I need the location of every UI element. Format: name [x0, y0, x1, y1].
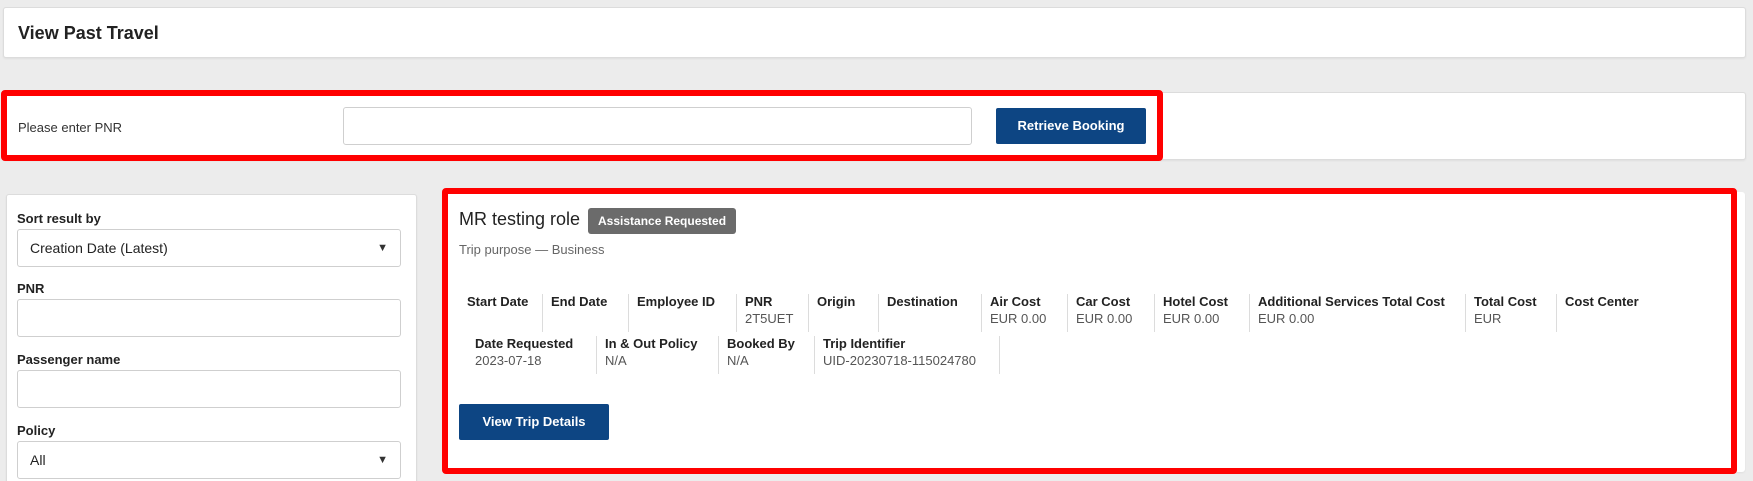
field-label: Hotel Cost: [1163, 294, 1228, 309]
trip-field-date-requested: Date Requested 2023-07-18: [467, 336, 597, 374]
trip-field-trip-identifier: Trip Identifier UID-20230718-115024780: [815, 336, 1000, 374]
trip-purpose: Trip purpose — Business: [459, 242, 605, 257]
field-value: 2T5UET: [745, 311, 794, 326]
trip-result-card: MR testing role Assistance Requested Tri…: [444, 192, 1745, 472]
field-label: Booked By: [727, 336, 795, 351]
field-label: Start Date: [467, 294, 529, 309]
retrieve-booking-button[interactable]: Retrieve Booking: [996, 108, 1146, 144]
trip-field-additional-services: Additional Services Total Cost EUR 0.00: [1250, 294, 1466, 332]
trip-field-car-cost: Car Cost EUR 0.00: [1068, 294, 1155, 332]
trip-field-hotel-cost: Hotel Cost EUR 0.00: [1155, 294, 1250, 332]
filter-panel: Sort result by Creation Date (Latest) ▼ …: [6, 194, 417, 481]
field-value: EUR 0.00: [990, 311, 1047, 326]
policy-label: Policy: [17, 423, 56, 438]
field-value: EUR 0.00: [1258, 311, 1315, 326]
field-label: PNR: [745, 294, 773, 309]
field-label: Origin: [817, 294, 856, 309]
field-label: Air Cost: [990, 294, 1041, 309]
field-value: EUR 0.00: [1163, 311, 1220, 326]
page-title: View Past Travel: [18, 23, 159, 43]
sort-selected-value: Creation Date (Latest): [30, 240, 168, 256]
trip-field-end-date: End Date: [543, 294, 629, 332]
trip-field-air-cost: Air Cost EUR 0.00: [982, 294, 1068, 332]
chevron-down-icon: ▼: [377, 454, 388, 466]
trip-field-start-date: Start Date: [459, 294, 543, 332]
sort-label: Sort result by: [17, 211, 101, 226]
sort-select[interactable]: Creation Date (Latest) ▼: [17, 229, 401, 267]
field-value: EUR 0.00: [1076, 311, 1133, 326]
trip-field-booked-by: Booked By N/A: [719, 336, 815, 374]
field-value: 2023-07-18: [475, 353, 542, 368]
pnr-filter-label: PNR: [17, 281, 45, 296]
status-badge: Assistance Requested: [588, 208, 737, 234]
field-value: N/A: [605, 353, 627, 368]
policy-selected-value: All: [30, 452, 46, 468]
trip-field-origin: Origin: [809, 294, 879, 332]
field-label: Trip Identifier: [823, 336, 906, 351]
field-label: Total Cost: [1474, 294, 1537, 309]
view-trip-details-button[interactable]: View Trip Details: [459, 404, 609, 440]
pnr-input[interactable]: [343, 107, 972, 145]
trip-field-in-out-policy: In & Out Policy N/A: [597, 336, 719, 374]
field-value: UID-20230718-115024780: [823, 353, 976, 368]
trip-field-employee-id: Employee ID: [629, 294, 737, 332]
passenger-input[interactable]: [17, 370, 401, 408]
field-value: EUR: [1474, 311, 1502, 326]
field-label: Date Requested: [475, 336, 574, 351]
page-header: View Past Travel: [3, 7, 1746, 58]
pnr-filter-input[interactable]: [17, 299, 401, 337]
trip-title: MR testing role: [459, 209, 581, 229]
chevron-down-icon: ▼: [377, 242, 388, 254]
passenger-label: Passenger name: [17, 352, 121, 367]
trip-field-pnr: PNR 2T5UET: [737, 294, 809, 332]
field-label: Destination: [887, 294, 958, 309]
field-label: Cost Center: [1565, 294, 1639, 309]
trip-field-cost-center: Cost Center: [1557, 294, 1657, 332]
pnr-label: Please enter PNR: [18, 120, 123, 135]
pnr-search-panel: Please enter PNR Retrieve Booking: [3, 92, 1746, 160]
field-label: Car Cost: [1076, 294, 1131, 309]
trip-field-total-cost: Total Cost EUR: [1466, 294, 1557, 332]
field-label: Additional Services Total Cost: [1258, 294, 1445, 309]
policy-select[interactable]: All ▼: [17, 441, 401, 479]
field-label: End Date: [551, 294, 608, 309]
field-label: In & Out Policy: [605, 336, 698, 351]
field-value: N/A: [727, 353, 749, 368]
trip-field-destination: Destination: [879, 294, 982, 332]
field-label: Employee ID: [637, 294, 716, 309]
